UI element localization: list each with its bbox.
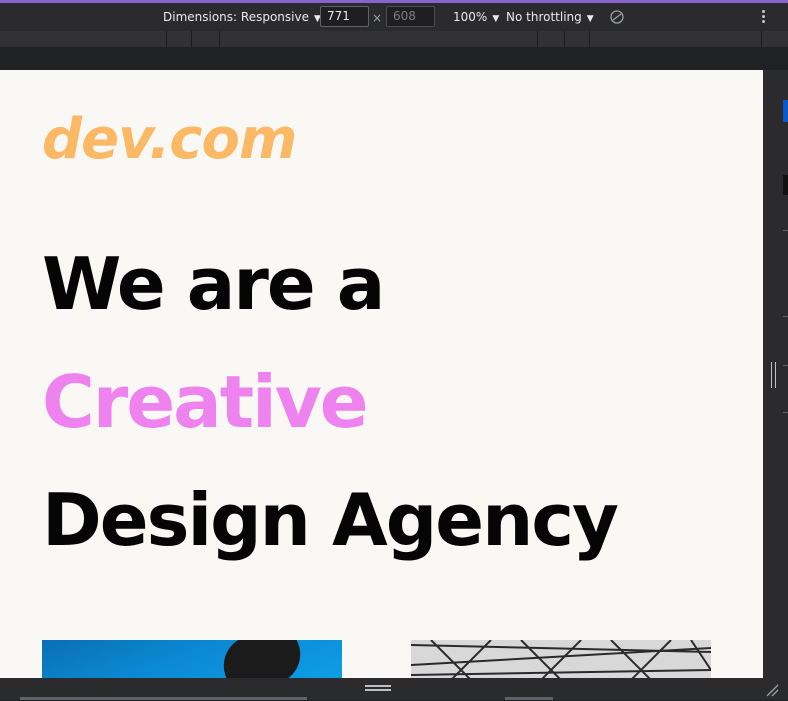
right-ruler-marks (783, 100, 788, 500)
media-query-bar[interactable] (0, 31, 788, 48)
resize-handle-bottom[interactable] (365, 685, 391, 691)
dimensions-dropdown[interactable]: Dimensions: Responsive ▼ (163, 3, 321, 31)
throttling-dropdown[interactable]: No throttling ▼ (506, 3, 594, 31)
resize-corner-icon[interactable] (765, 682, 779, 697)
throttling-label: No throttling (506, 10, 582, 24)
headline-line-1: We are a (42, 242, 385, 326)
headline-line-3: Design Agency (42, 478, 619, 562)
resize-handle-right[interactable] (771, 362, 776, 388)
hero-image-structure (411, 640, 711, 678)
device-toolbar: Dimensions: Responsive ▼ 771 × 608 100% ▼ … (0, 3, 788, 31)
headline-line-2: Creative (42, 360, 369, 444)
more-vert-icon[interactable] (762, 10, 766, 25)
zoom-label: 100% (453, 10, 488, 24)
rotate-icon[interactable] (609, 9, 625, 25)
times-symbol: × (372, 11, 383, 25)
width-input[interactable]: 771 (320, 6, 369, 27)
hero-image-water (42, 640, 342, 678)
height-input[interactable]: 608 (386, 6, 435, 27)
chevron-down-icon: ▼ (492, 14, 500, 24)
site-logo[interactable]: dev.com (42, 112, 297, 168)
page-viewport: dev.com We are a Creative Design Agency (0, 70, 763, 678)
zoom-dropdown[interactable]: 100% ▼ (453, 3, 499, 31)
dimensions-label: Dimensions: Responsive (163, 10, 309, 24)
chevron-down-icon: ▼ (586, 14, 594, 24)
